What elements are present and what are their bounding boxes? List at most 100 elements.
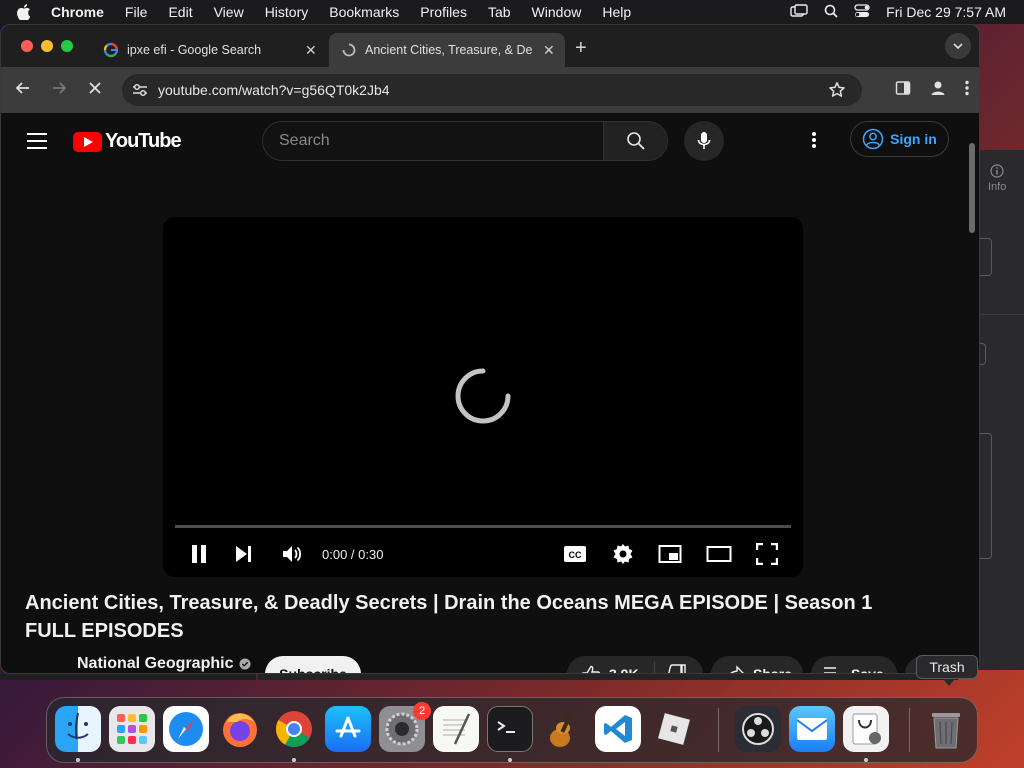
info-panel-button[interactable]: Info: [988, 164, 1006, 193]
miniplayer-button[interactable]: [658, 543, 682, 570]
site-info-icon[interactable]: [132, 83, 150, 97]
video-player[interactable]: 0:00 / 0:30 CC: [163, 217, 803, 577]
loading-icon: [341, 42, 357, 58]
save-label: Save: [851, 666, 884, 674]
divider: [978, 314, 1024, 315]
channel-avatar[interactable]: [25, 653, 65, 673]
tab-google-search[interactable]: ipxe efi - Google Search ✕: [91, 33, 327, 67]
minimize-window-button[interactable]: [41, 40, 53, 52]
tab-close-icon[interactable]: ✕: [305, 42, 317, 59]
system-information-icon[interactable]: [843, 706, 889, 752]
app-store-icon[interactable]: [325, 706, 371, 752]
miniplayer-icon: [658, 545, 682, 563]
volume-button[interactable]: [281, 543, 303, 570]
notification-badge: 2: [413, 702, 431, 720]
video-title: Ancient Cities, Treasure, & Deadly Secre…: [25, 592, 873, 642]
bookmark-star-icon[interactable]: [828, 81, 846, 104]
sign-in-button[interactable]: Sign in: [850, 121, 949, 157]
player-settings-button[interactable]: [612, 543, 634, 570]
roblox-icon[interactable]: [651, 706, 697, 752]
page-scrollbar[interactable]: [969, 143, 975, 233]
profile-icon[interactable]: [929, 79, 947, 102]
garageband-icon[interactable]: [541, 706, 587, 752]
safari-icon[interactable]: [163, 706, 209, 752]
menu-file[interactable]: File: [125, 4, 148, 20]
dock: 2: [46, 697, 978, 763]
mail-icon[interactable]: [789, 706, 835, 752]
search-button[interactable]: [603, 122, 667, 160]
menu-view[interactable]: View: [214, 4, 244, 20]
launchpad-icon[interactable]: [109, 706, 155, 752]
captions-button[interactable]: CC: [563, 543, 587, 570]
hamburger-menu-icon[interactable]: [27, 133, 47, 154]
menu-bookmarks[interactable]: Bookmarks: [329, 4, 399, 20]
browser-toolbar: youtube.com/watch?v=g56QT0k2Jb4: [1, 67, 979, 113]
menubar-clock[interactable]: Fri Dec 29 7:57 AM: [886, 4, 1006, 20]
tab-strip: ipxe efi - Google Search ✕ Ancient Citie…: [1, 25, 979, 67]
dock-tooltip: Trash: [916, 655, 978, 686]
trash-icon[interactable]: [923, 706, 969, 752]
video-progress-bar[interactable]: [175, 525, 791, 528]
apple-menu-icon[interactable]: [17, 4, 39, 20]
theater-mode-button[interactable]: [706, 543, 732, 570]
menu-tab[interactable]: Tab: [488, 4, 511, 20]
tab-search-button[interactable]: [945, 33, 971, 59]
dislike-button[interactable]: [655, 663, 687, 673]
channel-link[interactable]: National Geographic: [77, 655, 251, 673]
youtube-wordmark: YouTube: [105, 130, 182, 152]
search-box: [262, 121, 668, 161]
like-button[interactable]: 3.9K: [567, 662, 655, 674]
menu-window[interactable]: Window: [532, 4, 582, 20]
next-video-button[interactable]: [234, 543, 254, 570]
menu-history[interactable]: History: [265, 4, 309, 20]
fullscreen-button[interactable]: [755, 542, 779, 570]
tab-youtube-video[interactable]: Ancient Cities, Treasure, & De ✕: [329, 33, 565, 67]
running-indicator: [76, 758, 80, 762]
search-input[interactable]: [263, 122, 603, 160]
side-panel-icon[interactable]: [895, 80, 911, 101]
menu-profiles[interactable]: Profiles: [420, 4, 467, 20]
save-button[interactable]: Save: [811, 656, 897, 674]
share-label: Share: [753, 666, 792, 674]
chevron-down-icon: [953, 43, 963, 49]
menu-edit[interactable]: Edit: [168, 4, 192, 20]
back-button[interactable]: [15, 80, 31, 101]
vscode-icon[interactable]: [595, 706, 641, 752]
search-icon: [626, 132, 645, 150]
app-menu-chrome[interactable]: Chrome: [51, 4, 104, 20]
like-count: 3.9K: [609, 666, 639, 674]
menu-help[interactable]: Help: [602, 4, 631, 20]
youtube-header: YouTube Sign in: [1, 113, 979, 169]
chrome-menu-icon[interactable]: [965, 80, 969, 101]
spotlight-search-icon[interactable]: [824, 4, 838, 21]
firefox-icon[interactable]: [217, 706, 263, 752]
settings-menu-icon[interactable]: [812, 131, 816, 154]
stop-loading-button[interactable]: [87, 80, 103, 101]
screen-mirroring-icon[interactable]: [790, 3, 808, 21]
video-time: 0:00 / 0:30: [322, 547, 384, 562]
zoom-window-button[interactable]: [61, 40, 73, 52]
voice-search-button[interactable]: [684, 121, 724, 161]
obs-icon[interactable]: [735, 706, 781, 752]
tab-close-icon[interactable]: ✕: [543, 42, 555, 59]
share-icon: [730, 665, 744, 673]
control-center-icon[interactable]: [854, 3, 870, 21]
finder-icon[interactable]: [55, 706, 101, 752]
url-text[interactable]: youtube.com/watch?v=g56QT0k2Jb4: [158, 82, 390, 98]
textedit-icon[interactable]: [433, 706, 479, 752]
volume-icon: [283, 546, 302, 562]
pause-button[interactable]: [189, 543, 209, 570]
address-bar[interactable]: youtube.com/watch?v=g56QT0k2Jb4: [122, 74, 862, 106]
skip-next-icon: [236, 546, 251, 562]
chrome-icon[interactable]: [271, 706, 317, 752]
playlist-add-icon: [824, 667, 836, 673]
running-indicator: [864, 758, 868, 762]
forward-button[interactable]: [51, 80, 67, 101]
new-tab-button[interactable]: +: [575, 37, 587, 60]
share-button[interactable]: Share: [711, 656, 803, 674]
youtube-logo[interactable]: YouTube: [73, 130, 182, 153]
close-window-button[interactable]: [21, 40, 33, 52]
subscribe-button[interactable]: Subscribe: [265, 656, 361, 673]
terminal-icon[interactable]: [487, 706, 533, 752]
system-settings-icon[interactable]: 2: [379, 702, 431, 752]
